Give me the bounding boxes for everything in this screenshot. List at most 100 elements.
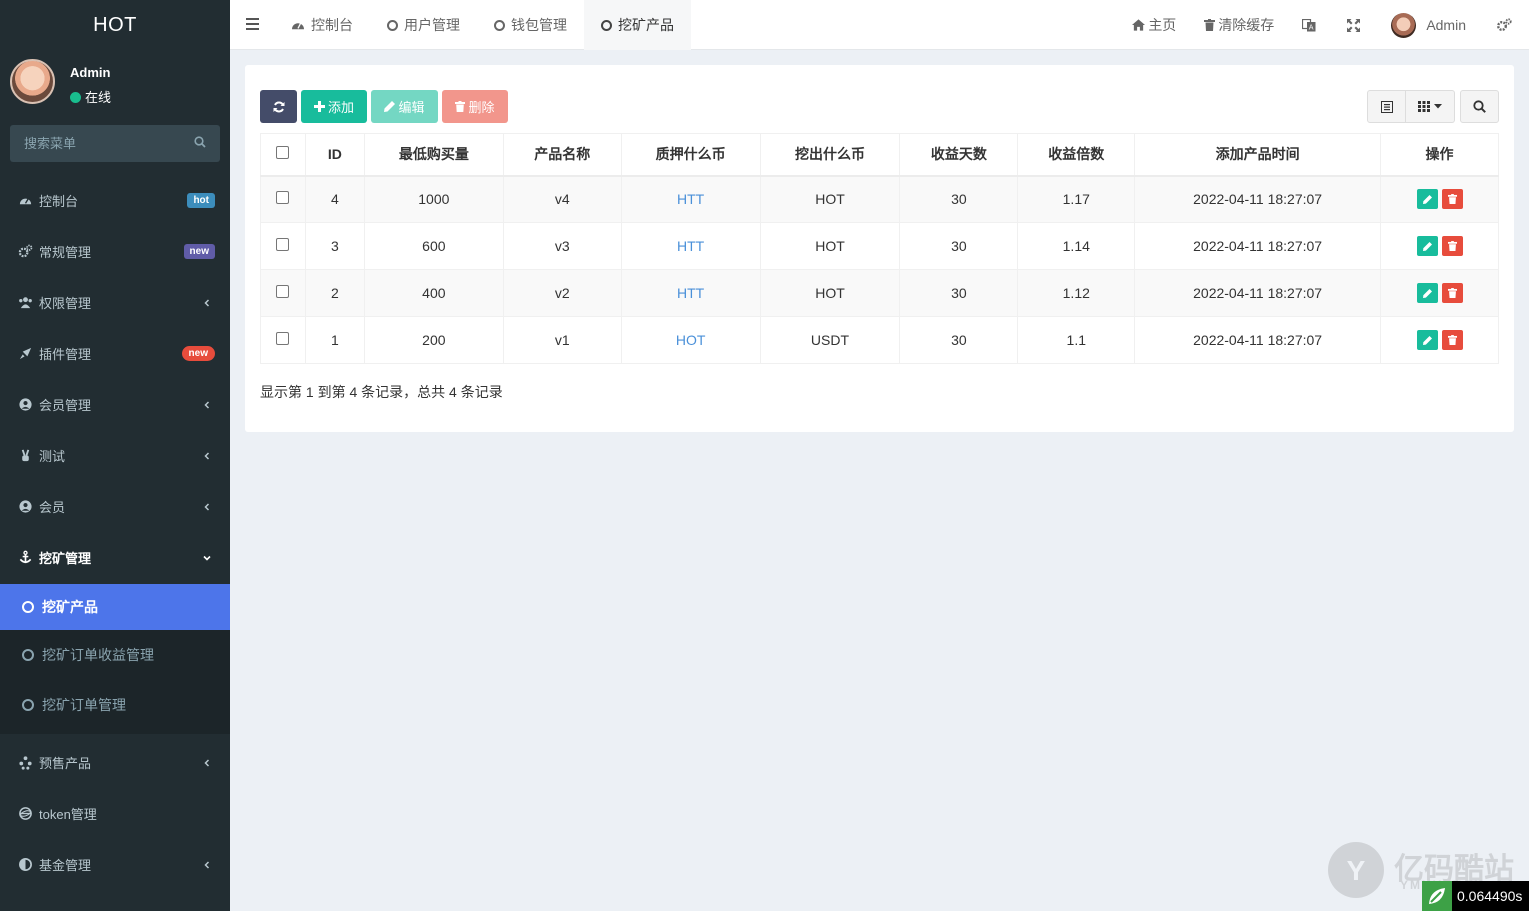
fullscreen-button[interactable]: [1333, 0, 1377, 50]
sidebar-subitem-mining-orders[interactable]: 挖矿订单管理: [0, 680, 230, 730]
user-menu[interactable]: Admin: [1377, 0, 1484, 50]
sidebar-item-plugins[interactable]: 插件管理 new: [0, 328, 230, 379]
pledge-coin-link[interactable]: HTT: [677, 191, 704, 207]
cell-income-days: 30: [899, 316, 1019, 364]
columns-dropdown-button[interactable]: [1406, 90, 1455, 123]
sidebar-item-presale[interactable]: 预售产品: [0, 737, 230, 788]
search-toggle-button[interactable]: [1460, 90, 1499, 123]
fullscreen-icon: [1347, 18, 1361, 32]
circle-icon: [22, 601, 34, 613]
pledge-coin-link[interactable]: HOT: [676, 332, 706, 348]
sidebar-item-funds[interactable]: 基金管理: [0, 839, 230, 890]
column-header-created-time[interactable]: 添加产品时间: [1134, 133, 1382, 177]
circle-icon: [387, 19, 398, 31]
hot-badge: hot: [187, 193, 215, 208]
sidebar-item-dashboard[interactable]: 控制台 hot: [0, 175, 230, 226]
sidebar-subitem-label: 挖矿产品: [42, 599, 98, 615]
table-row[interactable]: 3 600 v3 HTT HOT 30 1.14 2022-04-11 18:2…: [260, 222, 1499, 270]
column-header-id[interactable]: ID: [304, 133, 365, 177]
row-select-cell: [260, 316, 306, 364]
row-edit-button[interactable]: [1416, 283, 1438, 303]
anchor-icon: [19, 550, 32, 564]
column-header-product-name[interactable]: 产品名称: [502, 133, 622, 177]
add-button[interactable]: 添加: [301, 90, 367, 123]
table-row[interactable]: 1 200 v1 HOT USDT 30 1.1 2022-04-11 18:2…: [260, 316, 1499, 364]
cell-min-purchase: 600: [363, 222, 504, 270]
search-icon[interactable]: [194, 136, 206, 148]
sidebar-subitem-mining-order-income[interactable]: 挖矿订单收益管理: [0, 630, 230, 680]
debug-timer: 0.064490s: [1422, 881, 1529, 911]
table-row[interactable]: 2 400 v2 HTT HOT 30 1.12 2022-04-11 18:2…: [260, 269, 1499, 317]
sidebar: HOT Admin 在线 控制台 hot 常规管理 new 权限管理 插件管理 …: [0, 0, 230, 911]
cell-created-time: 2022-04-11 18:27:07: [1134, 175, 1382, 223]
sidebar-item-mining[interactable]: 挖矿管理: [0, 532, 230, 583]
column-header-income-multiple[interactable]: 收益倍数: [1017, 133, 1136, 177]
sidebar-item-general[interactable]: 常规管理 new: [0, 226, 230, 277]
row-checkbox[interactable]: [276, 191, 290, 205]
sidebar-item-token[interactable]: token管理: [0, 788, 230, 839]
row-delete-button[interactable]: [1441, 236, 1463, 256]
row-edit-button[interactable]: [1416, 236, 1438, 256]
chevron-down-icon: [203, 555, 211, 561]
menu-search: [10, 125, 220, 162]
tab-dashboard[interactable]: 控制台: [274, 0, 370, 50]
menu-search-input[interactable]: [10, 125, 180, 162]
table-toolbar-right: [1367, 90, 1499, 123]
sidebar-item-label: 预售产品: [39, 756, 92, 771]
tab-label: 用户管理: [404, 17, 460, 33]
cell-actions: [1380, 269, 1499, 317]
row-select-cell: [260, 269, 306, 317]
settings-button[interactable]: [1484, 0, 1529, 50]
row-delete-button[interactable]: [1441, 189, 1463, 210]
sidebar-item-members[interactable]: 会员: [0, 481, 230, 532]
new-badge: new: [181, 346, 215, 361]
delete-button[interactable]: 删除: [442, 90, 508, 123]
user-avatar: [1391, 12, 1417, 38]
cell-min-purchase: 1000: [363, 175, 504, 223]
cell-mined-coin: HOT: [759, 175, 901, 223]
menu-toggle-icon[interactable]: [246, 18, 259, 30]
cell-created-time: 2022-04-11 18:27:07: [1134, 269, 1382, 317]
pledge-coin-link[interactable]: HTT: [677, 285, 704, 301]
chevron-left-icon: [204, 759, 210, 767]
circle-icon: [494, 19, 505, 31]
column-header-min-purchase[interactable]: 最低购买量: [363, 133, 504, 177]
column-header-mined-coin[interactable]: 挖出什么币: [759, 133, 901, 177]
row-checkbox[interactable]: [276, 238, 290, 251]
sidebar-item-permissions[interactable]: 权限管理: [0, 277, 230, 328]
row-delete-button[interactable]: [1441, 283, 1463, 303]
select-all-cell: [260, 133, 306, 177]
svg-text:A: A: [1309, 23, 1314, 31]
row-edit-button[interactable]: [1416, 189, 1438, 210]
app-logo[interactable]: HOT: [0, 0, 230, 50]
circle-icon: [601, 19, 612, 31]
table-row[interactable]: 4 1000 v4 HTT HOT 30 1.17 2022-04-11 18:…: [260, 175, 1499, 223]
row-checkbox[interactable]: [276, 332, 290, 345]
cell-income-days: 30: [899, 175, 1019, 223]
sidebar-item-members-admin[interactable]: 会员管理: [0, 379, 230, 430]
edit-button[interactable]: 编辑: [371, 90, 438, 123]
column-header-actions: 操作: [1380, 133, 1499, 177]
sidebar-item-label: token管理: [39, 807, 97, 822]
column-header-pledge-coin[interactable]: 质押什么币: [620, 133, 761, 177]
select-all-checkbox[interactable]: [276, 146, 290, 160]
sidebar-item-test[interactable]: 测试: [0, 430, 230, 481]
cell-product-name: v3: [502, 222, 622, 270]
toggle-view-button[interactable]: [1367, 90, 1406, 123]
pledge-coin-link[interactable]: HTT: [677, 238, 704, 254]
row-delete-button[interactable]: [1441, 330, 1463, 350]
sidebar-item-label: 会员: [39, 500, 66, 515]
row-checkbox[interactable]: [276, 285, 290, 298]
home-link[interactable]: 主页: [1118, 0, 1190, 50]
refresh-button[interactable]: [260, 90, 297, 123]
tab-wallet[interactable]: 钱包管理: [477, 0, 584, 50]
row-edit-button[interactable]: [1416, 330, 1438, 350]
clear-cache-button[interactable]: 清除缓存: [1190, 0, 1288, 50]
group-icon: [19, 297, 32, 309]
pencil-icon: [1422, 194, 1432, 204]
column-header-income-days[interactable]: 收益天数: [899, 133, 1019, 177]
language-button[interactable]: A: [1288, 0, 1333, 50]
tab-mining-products[interactable]: 挖矿产品: [584, 0, 691, 50]
sidebar-subitem-mining-products[interactable]: 挖矿产品: [0, 584, 230, 630]
tab-users[interactable]: 用户管理: [370, 0, 477, 50]
